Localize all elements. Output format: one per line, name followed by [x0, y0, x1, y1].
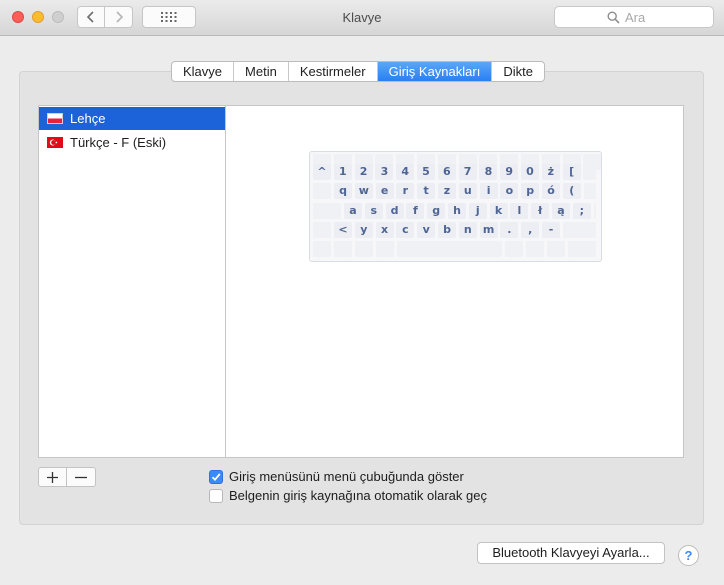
keyboard-key: j — [468, 203, 487, 219]
keyboard-key: ż — [541, 164, 560, 180]
add-source-button[interactable] — [38, 467, 67, 487]
keyboard-key: < — [334, 222, 352, 238]
keyboard-key-blank — [313, 222, 331, 238]
search-icon — [607, 11, 620, 24]
keyboard-key: c — [396, 222, 415, 238]
keyboard-key-blank — [583, 164, 596, 180]
keyboard-key: i — [479, 183, 498, 199]
keyboard-key: [ — [562, 164, 581, 180]
keyboard-key-blank — [568, 241, 596, 257]
keyboard-key: z — [438, 183, 456, 199]
keyboard-key-blank — [355, 241, 373, 257]
show-menu-checkbox[interactable]: Giriş menüsünü menü çubuğunda göster — [209, 468, 509, 486]
keyboard-key-blank — [583, 183, 596, 199]
tab-bar: Klavye Metin Kestirmeler Giriş Kaynaklar… — [171, 61, 545, 82]
keyboard-key: 8 — [479, 164, 498, 180]
keyboard-key-blank — [376, 241, 394, 257]
keyboard-key-blank — [547, 241, 565, 257]
tab-metin[interactable]: Metin — [234, 62, 289, 81]
keyboard-key: 6 — [437, 164, 456, 180]
search-field[interactable]: Ara — [554, 6, 714, 28]
keyboard-key: ó — [542, 183, 560, 199]
minus-icon — [75, 476, 87, 478]
keyboard-key: f — [406, 203, 425, 219]
keyboard-key-blank — [562, 222, 596, 238]
keyboard-key-blank — [505, 241, 523, 257]
add-remove-buttons — [38, 467, 96, 487]
bluetooth-keyboard-setup-button[interactable]: Bluetooth Klavyeyi Ayarla... — [477, 542, 665, 564]
keyboard-key-blank — [313, 241, 331, 257]
keyboard-key: - — [542, 222, 560, 238]
keyboard-key: a — [344, 203, 362, 219]
keyboard-key: e — [375, 183, 394, 199]
tab-dikte[interactable]: Dikte — [492, 62, 544, 81]
keyboard-key: r — [396, 183, 415, 199]
keyboard-key: p — [521, 183, 540, 199]
poland-flag-icon — [47, 113, 63, 124]
checkbox-label: Belgenin giriş kaynağına otomatik olarak… — [229, 488, 487, 503]
turkey-flag-icon — [47, 137, 63, 148]
source-label: Lehçe — [70, 111, 106, 126]
keyboard-key: , — [521, 222, 540, 238]
keyboard-key: ł — [531, 203, 550, 219]
keyboard-key: x — [375, 222, 394, 238]
auto-switch-checkbox[interactable]: Belgenin giriş kaynağına otomatik olarak… — [209, 487, 509, 505]
search-placeholder: Ara — [625, 10, 646, 25]
keyboard-key: m — [479, 222, 498, 238]
keyboard-key: ą — [552, 203, 570, 219]
checkbox-checked[interactable] — [209, 470, 223, 484]
keyboard-key: b — [438, 222, 456, 238]
source-label: Türkçe - F (Eski) — [70, 135, 167, 150]
keyboard-key: o — [500, 183, 519, 199]
keyboard-key-blank — [313, 183, 331, 199]
keyboard-key: 7 — [458, 164, 477, 180]
keyboard-key-blank — [313, 203, 341, 219]
tab-klavye[interactable]: Klavye — [172, 62, 235, 81]
keyboard-key: 5 — [417, 164, 435, 180]
question-icon: ? — [684, 548, 693, 563]
keyboard-key: g — [427, 203, 446, 219]
keyboard-key: 4 — [396, 164, 415, 180]
keyboard-key: k — [489, 203, 508, 219]
checkmark-icon — [211, 473, 221, 482]
keyboard-key: h — [448, 203, 466, 219]
keyboard-key: y — [354, 222, 373, 238]
keyboard-key-blank — [334, 241, 352, 257]
keyboard-key: l — [510, 203, 529, 219]
keyboard-key: t — [417, 183, 436, 199]
keyboard-key: q — [334, 183, 352, 199]
keyboard-key: ; — [572, 203, 591, 219]
remove-source-button[interactable] — [67, 467, 96, 487]
tab-giris-kaynaklari[interactable]: Giriş Kaynakları — [377, 62, 493, 81]
source-item-turkce-f[interactable]: Türkçe - F (Eski) — [39, 131, 225, 154]
source-item-lehce[interactable]: Lehçe — [39, 107, 225, 130]
keyboard-key: v — [417, 222, 436, 238]
keyboard-key: u — [458, 183, 477, 199]
checkbox-label: Giriş menüsünü menü çubuğunda göster — [229, 469, 464, 484]
tab-kestirmeler[interactable]: Kestirmeler — [289, 62, 378, 81]
keyboard-key-blank — [397, 241, 502, 257]
keyboard-key: 1 — [333, 164, 352, 180]
input-sources-list: Lehçe Türkçe - F (Eski) — [38, 105, 226, 458]
keyboard-key: ^ — [313, 164, 331, 180]
keyboard-key: ( — [562, 183, 581, 199]
keyboard-key: 3 — [375, 164, 394, 180]
keyboard-key: 0 — [521, 164, 539, 180]
plus-icon — [47, 471, 58, 483]
keyboard-key-blank — [593, 203, 596, 219]
title-bar: Klavye Ara — [0, 0, 724, 36]
preferences-window: Klavye Ara Klavye Metin Kestirmeler Giri… — [0, 0, 724, 585]
keyboard-key: d — [385, 203, 404, 219]
keyboard-key: . — [500, 222, 519, 238]
keyboard-key: 2 — [354, 164, 373, 180]
keyboard-key: s — [364, 203, 383, 219]
keyboard-layout-preview: ^ 1 2 3 4 5 6 7 8 9 0 ż[ q w e r t z u i o p ó( a s d f g h j k l ł ą; < y x… — [309, 151, 602, 262]
keyboard-key: n — [458, 222, 477, 238]
checkbox-unchecked[interactable] — [209, 489, 223, 503]
help-button[interactable]: ? — [678, 545, 699, 566]
keyboard-key-blank — [526, 241, 544, 257]
keyboard-key: w — [354, 183, 373, 199]
keyboard-key: 9 — [500, 164, 519, 180]
